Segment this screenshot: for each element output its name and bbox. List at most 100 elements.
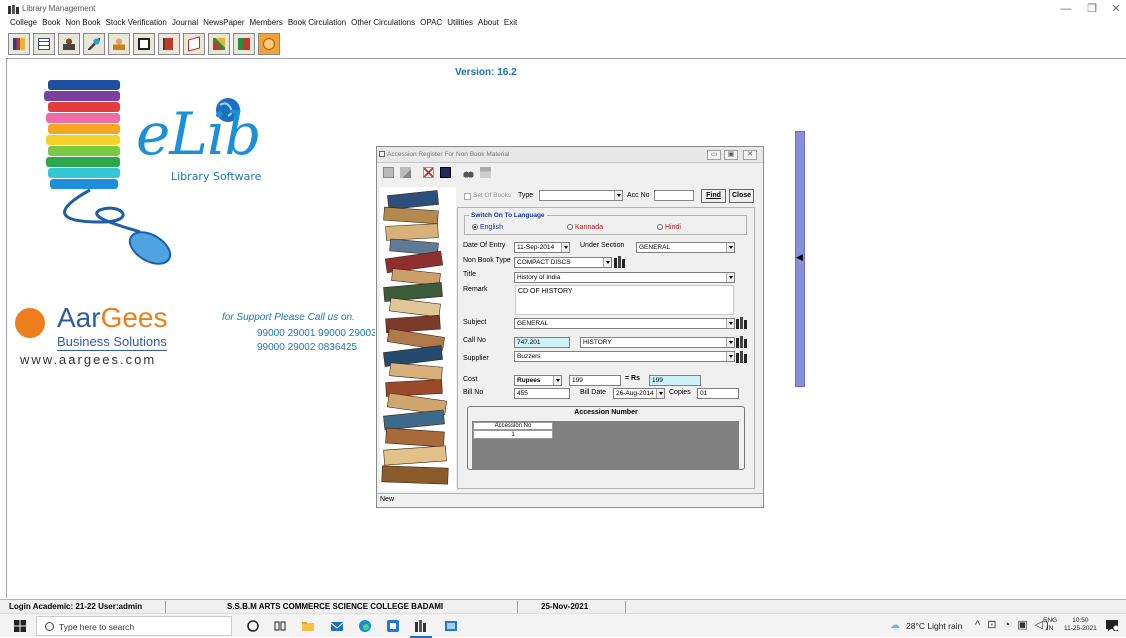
edge-browser-icon[interactable] — [358, 619, 372, 633]
weather-status[interactable]: 28°C Light rain — [906, 621, 962, 631]
restore-button[interactable]: ❐ — [1080, 2, 1104, 16]
menu-book-circulation[interactable]: Book Circulation — [288, 18, 346, 30]
cost-label: Cost — [463, 376, 478, 383]
set-of-books-checkbox[interactable] — [464, 193, 471, 200]
subject-lookup-icon[interactable] — [736, 317, 747, 329]
menu-other-circulations[interactable]: Other Circulations — [351, 18, 415, 30]
title-bar: Library Management — ❐ ✕ — [0, 0, 1126, 17]
windows-start-icon[interactable] — [14, 620, 26, 632]
menu-college[interactable]: College — [10, 18, 37, 30]
toolbar-notebook-button[interactable] — [233, 33, 255, 55]
supplier-select[interactable]: Buzzers — [514, 351, 735, 362]
rs-input[interactable]: 199 — [649, 375, 701, 386]
minimize-button[interactable]: — — [1054, 2, 1078, 16]
save-record-button[interactable] — [438, 165, 453, 180]
toolbar-table-button[interactable] — [33, 33, 55, 55]
rs-label: = Rs — [625, 375, 640, 382]
remark-textarea[interactable]: CD OF HISTORY — [515, 285, 734, 315]
chevron-down-icon — [603, 258, 611, 267]
taskbar-search-box[interactable]: Type here to search — [36, 616, 232, 636]
lookup-icon[interactable] — [614, 256, 625, 268]
menu-book[interactable]: Book — [42, 18, 60, 30]
file-explorer-icon[interactable] — [301, 619, 315, 633]
print-record-button[interactable] — [478, 165, 493, 180]
dialog-minimize-button[interactable]: ▭ — [707, 150, 721, 160]
menu-utilities[interactable]: Utilities — [447, 18, 473, 30]
date-of-entry-value: 11-Sep-2014 — [517, 244, 555, 251]
copies-label: Copies — [669, 389, 691, 396]
toolbar-book-open-button[interactable] — [183, 33, 205, 55]
copies-input[interactable]: 01 — [697, 388, 739, 399]
support-label: for Support Please Call us on. — [222, 312, 355, 323]
accession-column-header[interactable]: Accession No — [473, 422, 553, 430]
input-language[interactable]: ENG IN — [1043, 617, 1057, 633]
menu-newspaper[interactable]: NewsPaper — [203, 18, 244, 30]
clock-date: 11-25-2021 — [1064, 625, 1097, 632]
store-icon[interactable] — [386, 619, 400, 633]
menu-opac[interactable]: OPAC — [420, 18, 442, 30]
supplier-lookup-icon[interactable] — [736, 351, 747, 363]
non-book-type-select[interactable]: COMPACT DISCS — [514, 257, 612, 268]
toolbar-tools-button[interactable] — [208, 33, 230, 55]
task-view-icon[interactable] — [273, 619, 287, 633]
subject-select[interactable]: GENERAL — [514, 318, 735, 329]
toolbar-books-button[interactable] — [8, 33, 30, 55]
acc-no-input[interactable] — [654, 190, 694, 201]
under-section-label: Under Section — [580, 242, 625, 249]
person-icon — [113, 38, 125, 50]
non-book-type-label: Non Book Type — [463, 257, 511, 264]
call-no-lookup-icon[interactable] — [736, 336, 747, 348]
bill-date-value: 26-Aug-2014 — [616, 390, 654, 397]
toolbar-reader-button[interactable] — [58, 33, 80, 55]
toolbar-flag-button[interactable] — [158, 33, 180, 55]
dialog-maximize-button[interactable]: ▣ — [724, 150, 738, 160]
search-record-button[interactable] — [461, 165, 476, 180]
radio-hindi[interactable]: Hindi — [657, 224, 681, 231]
toolbar-card-button[interactable] — [133, 33, 155, 55]
elib-wordmark: eLib — [136, 100, 262, 168]
subject-value: GENERAL — [517, 320, 549, 327]
radio-kannada[interactable]: Kannada — [567, 224, 603, 231]
toolbar-person-button[interactable] — [108, 33, 130, 55]
bill-no-input[interactable]: 455 — [514, 388, 570, 399]
collapse-arrow-icon[interactable]: ◀ — [796, 252, 803, 263]
delete-record-button[interactable] — [421, 165, 436, 180]
date-of-entry-picker[interactable]: 11-Sep-2014 — [514, 242, 570, 253]
cortana-icon[interactable] — [246, 619, 260, 633]
call-no-input[interactable]: 747.201 — [514, 337, 570, 348]
system-tray-icons[interactable]: ^ ⊡ ◔ ▣ ◁) — [975, 618, 1051, 631]
toolbar-globe-button[interactable] — [258, 33, 280, 55]
edit-record-button[interactable] — [398, 165, 413, 180]
menu-non-book[interactable]: Non Book — [65, 18, 100, 30]
clock[interactable]: 10:50 11-25-2021 — [1064, 617, 1097, 633]
menu-stock-verification[interactable]: Stock Verification — [106, 18, 167, 30]
weather-icon[interactable]: ☁ — [890, 620, 902, 631]
menu-members[interactable]: Members — [250, 18, 283, 30]
menu-about[interactable]: About — [478, 18, 499, 30]
title-select[interactable]: History of India — [514, 272, 735, 283]
menu-journal[interactable]: Journal — [172, 18, 198, 30]
under-section-select[interactable]: GENERAL — [636, 242, 735, 253]
call-no-description-select[interactable]: HISTORY — [580, 337, 735, 348]
subject-label: Subject — [463, 319, 487, 326]
new-record-button[interactable] — [381, 165, 396, 180]
mail-icon[interactable] — [330, 619, 344, 633]
toolbar-key-button[interactable] — [83, 33, 105, 55]
library-app-icon[interactable] — [414, 619, 428, 633]
elib-subtitle: Library Software — [171, 170, 262, 183]
notification-icon[interactable] — [1106, 620, 1118, 631]
close-button[interactable]: Close — [729, 189, 754, 203]
type-select[interactable] — [539, 190, 623, 201]
dialog-close-button[interactable]: ✕ — [743, 150, 757, 160]
cost-input[interactable]: 199 — [569, 375, 621, 386]
app-window-icon[interactable] — [444, 619, 458, 633]
close-window-button[interactable]: ✕ — [1104, 2, 1126, 16]
accession-group-title: Accession Number — [574, 409, 638, 416]
save-icon — [440, 167, 451, 178]
currency-select[interactable]: Rupees — [514, 375, 562, 386]
menu-exit[interactable]: Exit — [504, 18, 517, 30]
find-button[interactable]: Find — [701, 189, 726, 203]
table-row[interactable]: 1 — [473, 430, 553, 439]
radio-english[interactable]: English — [472, 224, 503, 231]
bill-date-picker[interactable]: 26-Aug-2014 — [613, 388, 665, 399]
